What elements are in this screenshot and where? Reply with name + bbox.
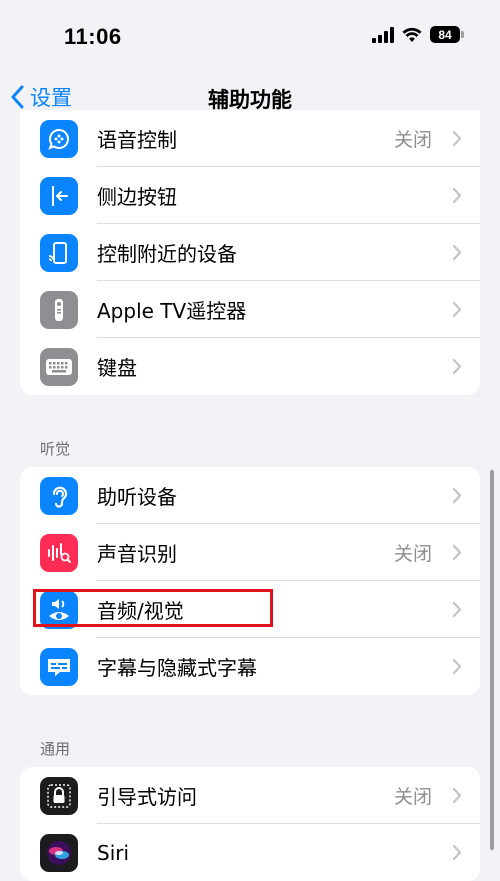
row-audio-visual[interactable]: 音频/视觉 xyxy=(20,581,480,638)
row-apple-tv-remote[interactable]: Apple TV遥控器 xyxy=(20,281,480,338)
chevron-right-icon xyxy=(452,844,462,861)
side-button-icon xyxy=(40,176,78,215)
row-label: 侧边按钮 xyxy=(97,185,177,209)
chevron-right-icon xyxy=(452,787,462,804)
group-hearing: 助听设备 声音识别 关闭 音频/视觉 字幕与隐藏式字幕 xyxy=(20,467,480,695)
row-voice-control[interactable]: 语音控制 关闭 xyxy=(20,110,480,167)
row-label: Siri xyxy=(97,840,130,865)
chevron-right-icon xyxy=(452,658,462,675)
scrollbar[interactable] xyxy=(490,470,494,850)
group-interaction: 语音控制 关闭 侧边按钮 控制附近的设备 Apple TV遥控器 键盘 xyxy=(20,110,480,395)
status-time: 11:06 xyxy=(64,24,122,49)
row-value: 关闭 xyxy=(393,786,432,808)
settings-list: 语音控制 关闭 侧边按钮 控制附近的设备 Apple TV遥控器 键盘 听觉 助… xyxy=(0,110,500,881)
keyboard-icon xyxy=(40,347,78,386)
group-general: 引导式访问 关闭 Siri xyxy=(20,767,480,881)
row-guided-access[interactable]: 引导式访问 关闭 xyxy=(20,767,480,824)
row-keyboard[interactable]: 键盘 xyxy=(20,338,480,395)
row-subtitles[interactable]: 字幕与隐藏式字幕 xyxy=(20,638,480,695)
apple-tv-remote-icon xyxy=(40,290,78,329)
chevron-right-icon xyxy=(452,244,462,261)
chevron-right-icon xyxy=(452,601,462,618)
row-side-button[interactable]: 侧边按钮 xyxy=(20,167,480,224)
row-nearby-devices[interactable]: 控制附近的设备 xyxy=(20,224,480,281)
section-header-general: 通用 xyxy=(40,740,71,758)
nearby-devices-icon xyxy=(40,233,78,272)
row-label: 引导式访问 xyxy=(97,785,197,809)
status-icons: 84 xyxy=(372,26,464,43)
sound-recognition-icon xyxy=(40,533,78,572)
row-hearing-devices[interactable]: 助听设备 xyxy=(20,467,480,524)
section-header-hearing: 听觉 xyxy=(40,440,71,458)
status-bar: 11:06 84 xyxy=(0,0,500,70)
battery-level: 84 xyxy=(438,27,452,42)
wifi-icon xyxy=(402,27,422,42)
subtitles-icon xyxy=(40,647,78,686)
audio-visual-icon xyxy=(40,590,78,629)
row-label: 键盘 xyxy=(97,356,137,380)
battery-icon: 84 xyxy=(430,26,464,43)
row-label: 语音控制 xyxy=(97,128,177,152)
chevron-right-icon xyxy=(452,544,462,561)
row-value: 关闭 xyxy=(393,129,432,151)
voice-control-icon xyxy=(40,119,78,158)
chevron-right-icon xyxy=(452,358,462,375)
row-value: 关闭 xyxy=(393,543,432,565)
chevron-right-icon xyxy=(452,187,462,204)
row-sound-recognition[interactable]: 声音识别 关闭 xyxy=(20,524,480,581)
row-label: 控制附近的设备 xyxy=(97,242,237,266)
lock-icon xyxy=(40,776,78,815)
row-label: 字幕与隐藏式字幕 xyxy=(97,656,257,680)
row-label: 音频/视觉 xyxy=(97,599,184,623)
row-siri[interactable]: Siri xyxy=(20,824,480,881)
row-label: 助听设备 xyxy=(97,485,177,509)
chevron-right-icon xyxy=(452,130,462,147)
row-label: 声音识别 xyxy=(97,542,177,566)
siri-icon xyxy=(40,833,78,872)
chevron-right-icon xyxy=(452,301,462,318)
ear-icon xyxy=(40,476,78,515)
cellular-signal-icon xyxy=(372,26,394,43)
row-label: Apple TV遥控器 xyxy=(97,299,247,323)
chevron-right-icon xyxy=(452,487,462,504)
